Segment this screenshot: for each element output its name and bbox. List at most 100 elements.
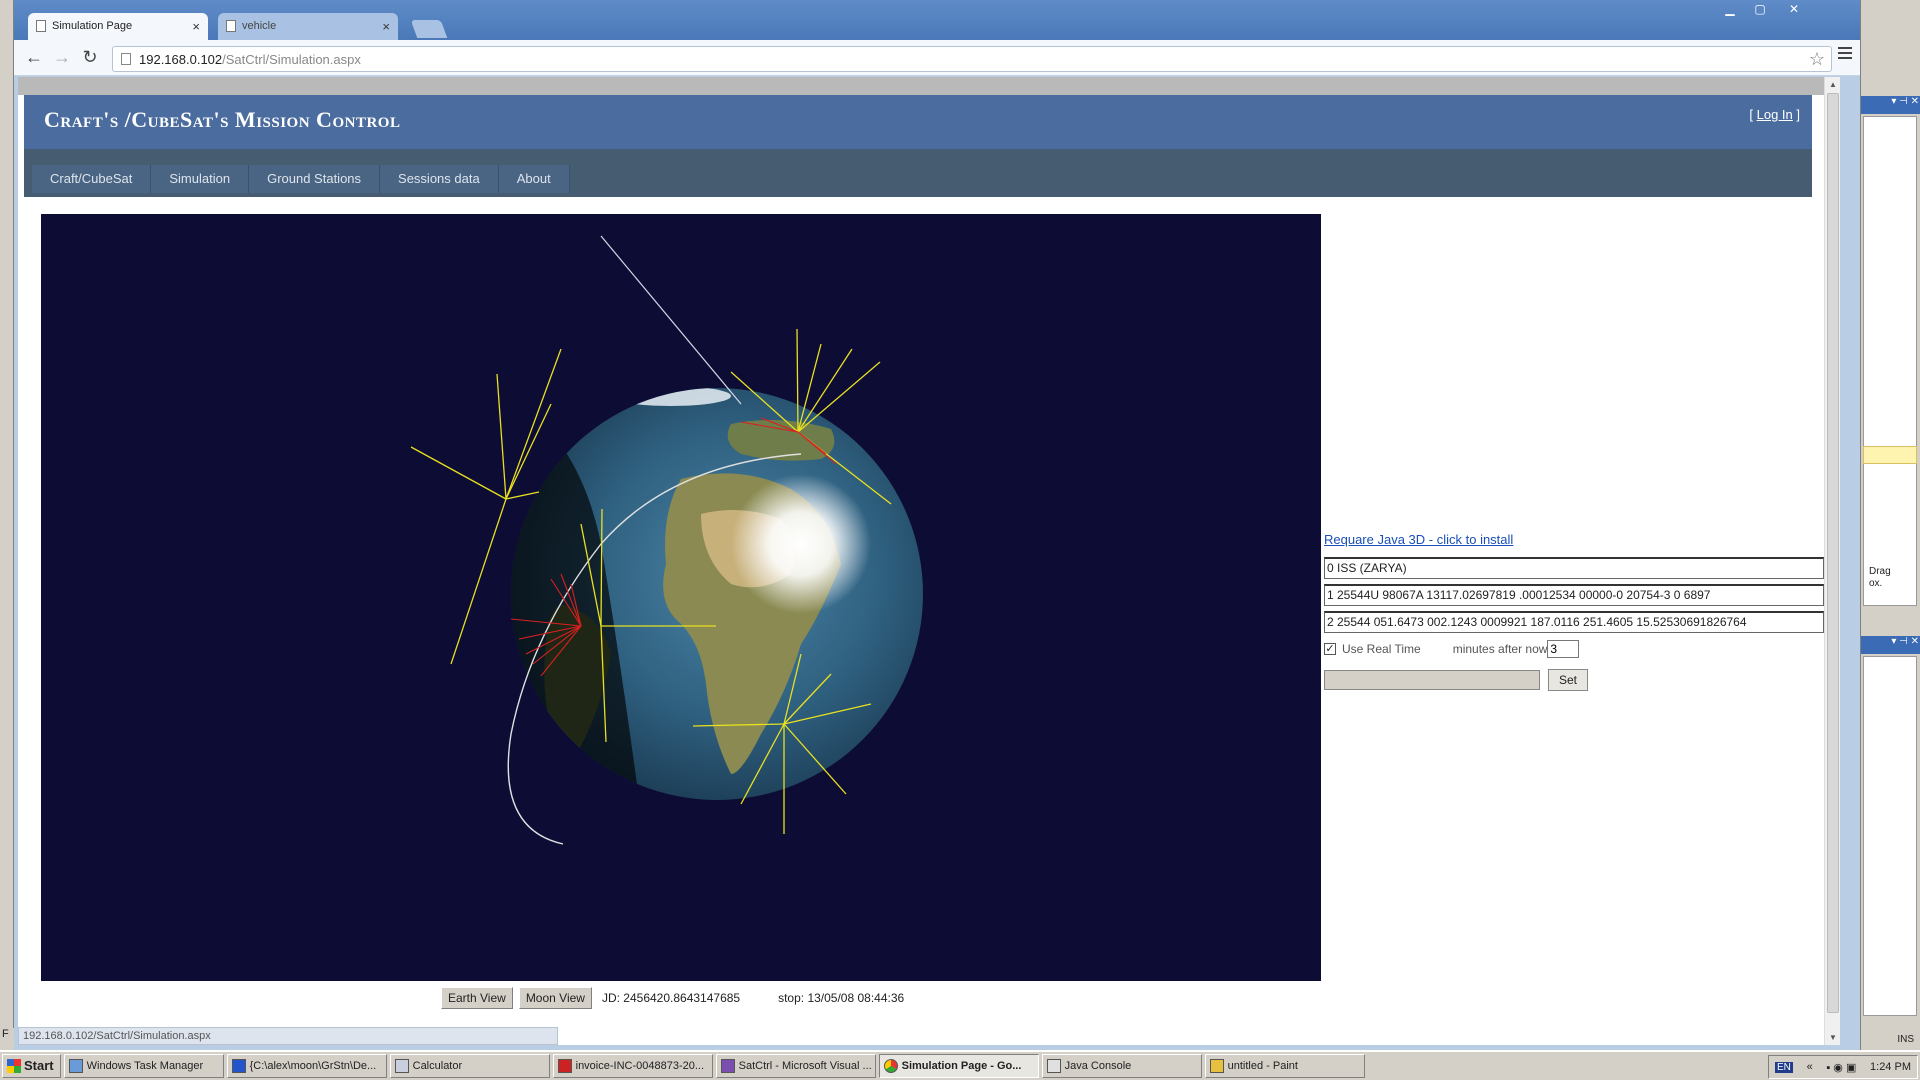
taskbar-item-label: Simulation Page - Go... [901,1060,1022,1072]
use-real-time-checkbox[interactable]: ✓ [1324,643,1336,655]
globe-render [410,235,923,845]
site-header: Craft's /CubeSat's Mission Control [ Log… [24,95,1812,149]
tab-vehicle[interactable]: vehicle × [218,13,398,40]
taskbar-item-visual-studio[interactable]: SatCtrl - Microsoft Visual ... [715,1054,876,1078]
new-tab-button[interactable] [410,20,448,38]
ide-highlight-row [1863,446,1917,464]
status-url-bubble: 192.168.0.102/SatCtrl/Simulation.aspx [18,1027,558,1045]
taskbar-item-folder[interactable]: {C:\alex\moon\GrStn\De... [226,1054,387,1078]
tab-title: vehicle [242,20,277,32]
calculator-icon [394,1059,409,1073]
scroll-down-icon[interactable]: ▼ [1829,1033,1837,1042]
scroll-up-icon[interactable]: ▲ [1829,80,1837,89]
menu-item-simulation[interactable]: Simulation [151,165,250,193]
stop-time: stop: 13/05/08 08:44:36 [778,991,905,1005]
tle-line1-field[interactable]: 1 25544U 98067A 13117.02697819 .00012534… [1324,584,1824,606]
use-real-time-label: Use Real Time [1342,642,1421,656]
ide-side-panels: ▾ ⊣ ✕ Drag ox. ▾ ⊣ ✕ INS [1860,0,1920,1050]
browser-window: Simulation Page × vehicle × ▁ ▢ ✕ ← → ↻ … [14,0,1860,1050]
satellite-vector [600,235,742,405]
menu-item-sessions-data[interactable]: Sessions data [380,165,499,193]
ide-pane-titlebar: ▾ ⊣ ✕ [1861,96,1920,114]
monitor-icon [68,1059,83,1073]
taskbar-item-label: Calculator [412,1060,463,1072]
forward-arrow-icon[interactable]: → [50,46,74,70]
tle-line2-field[interactable]: 2 25544 051.6473 002.1243 0009921 187.01… [1324,611,1824,633]
set-button[interactable]: Set [1548,669,1589,691]
tab-simulation-page[interactable]: Simulation Page × [28,13,208,40]
menu-item-craft-cubesat[interactable]: Craft/CubeSat [32,165,152,193]
url-host-text: 192.168.0.102 [139,52,223,67]
taskbar-item-calculator[interactable]: Calculator [389,1054,550,1078]
simulation-controls: Earth View Moon View JD: 2456420.8643147… [441,986,904,1010]
earth-view-button[interactable]: Earth View [441,987,513,1009]
system-tray: EN « ▪ ◉ ▣ 1:24 PM [1768,1055,1918,1079]
language-indicator[interactable]: EN [1775,1061,1793,1073]
page-top-strip [18,77,1824,95]
menu-item-ground-stations[interactable]: Ground Stations [249,165,381,193]
url-host: 192.168.0.102/SatCtrl/Simulation.aspx [139,52,361,67]
back-arrow-icon[interactable]: ← [22,46,46,70]
visual-studio-icon [720,1059,735,1073]
explorer-icon [231,1059,246,1073]
login-link[interactable]: Log In [1757,107,1793,122]
taskbar-item-label: Windows Task Manager [86,1060,204,1072]
set-row: Set [1324,669,1824,691]
browser-toolbar: ← → ↻ 192.168.0.102/SatCtrl/Simulation.a… [14,40,1860,76]
login-bracket-close: ] [1792,107,1800,122]
start-label: Start [24,1058,54,1073]
taskbar-item-simulation-page[interactable]: Simulation Page - Go... [878,1054,1039,1078]
ide-status-ins: INS [1897,1034,1914,1045]
java3d-install-link[interactable]: Requare Java 3D - click to install [1324,532,1824,552]
tray-icons[interactable]: ▪ ◉ ▣ [1826,1061,1856,1074]
tab-title: Simulation Page [52,20,133,32]
tle-name-field[interactable]: 0 ISS (ZARYA) [1324,557,1824,579]
minimize-icon[interactable]: ▁ [1718,2,1742,18]
page-icon [121,53,131,65]
site-nav: Craft/CubeSat Simulation Ground Stations… [24,149,1812,197]
window-close-icon[interactable]: ✕ [1782,2,1806,18]
pdf-icon [557,1059,572,1073]
ide-pane-upper [1863,116,1917,606]
reload-icon[interactable]: ↻ [78,46,102,70]
scrollbar-thumb[interactable] [1827,93,1839,1013]
page-icon [36,20,46,32]
menu-item-about[interactable]: About [498,165,570,193]
start-button[interactable]: Start [2,1054,61,1078]
tray-expand-icon[interactable]: « [1807,1061,1813,1073]
java-icon [1046,1059,1061,1073]
url-path: /SatCtrl/Simulation.aspx [222,52,361,67]
browser-menu-icon[interactable] [1838,47,1852,62]
drag-text: Drag [1869,566,1891,577]
site-title: Craft's /CubeSat's Mission Control [44,107,401,132]
moon-view-button[interactable]: Moon View [518,987,592,1009]
minutes-input[interactable] [1547,640,1580,658]
login-bracket-open: [ [1749,107,1757,122]
taskbar-item-task-manager[interactable]: Windows Task Manager [63,1054,224,1078]
minutes-after-now-label: minutes after now [1452,642,1548,656]
page-scrollbar[interactable]: ▲ ▼ [1824,77,1840,1045]
julian-date: JD: 2456420.8643147685 [601,991,741,1005]
taskbar-item-label: invoice-INC-0048873-20... [575,1060,705,1072]
taskbar-item-paint[interactable]: untitled - Paint [1204,1054,1365,1078]
taskbar-item-label: Java Console [1064,1060,1132,1072]
bookmark-star-icon[interactable]: ☆ [1809,49,1825,70]
realtime-row: ✓ Use Real Time minutes after now [1324,639,1824,659]
maximize-icon[interactable]: ▢ [1748,2,1772,18]
windows-logo-icon [7,1059,21,1073]
chrome-icon [883,1059,898,1073]
taskbar-item-invoice[interactable]: invoice-INC-0048873-20... [552,1054,713,1078]
paint-icon [1209,1059,1224,1073]
main-menu: Craft/CubeSat Simulation Ground Stations… [32,165,570,193]
taskbar-item-java-console[interactable]: Java Console [1041,1054,1202,1078]
set-input[interactable] [1324,670,1540,690]
simulation-3d-view[interactable] [41,214,1321,981]
close-icon[interactable]: × [382,19,390,34]
close-icon[interactable]: × [192,19,200,34]
ide-pane-lower [1863,656,1917,1016]
taskbar: Start Windows Task Manager {C:\alex\moon… [0,1050,1920,1080]
address-bar[interactable]: 192.168.0.102/SatCtrl/Simulation.aspx ☆ [112,46,1832,72]
page-viewport: Craft's /CubeSat's Mission Control [ Log… [18,77,1840,1045]
taskbar-item-label: {C:\alex\moon\GrStn\De... [249,1060,377,1072]
background-window-status: F [0,1028,14,1050]
